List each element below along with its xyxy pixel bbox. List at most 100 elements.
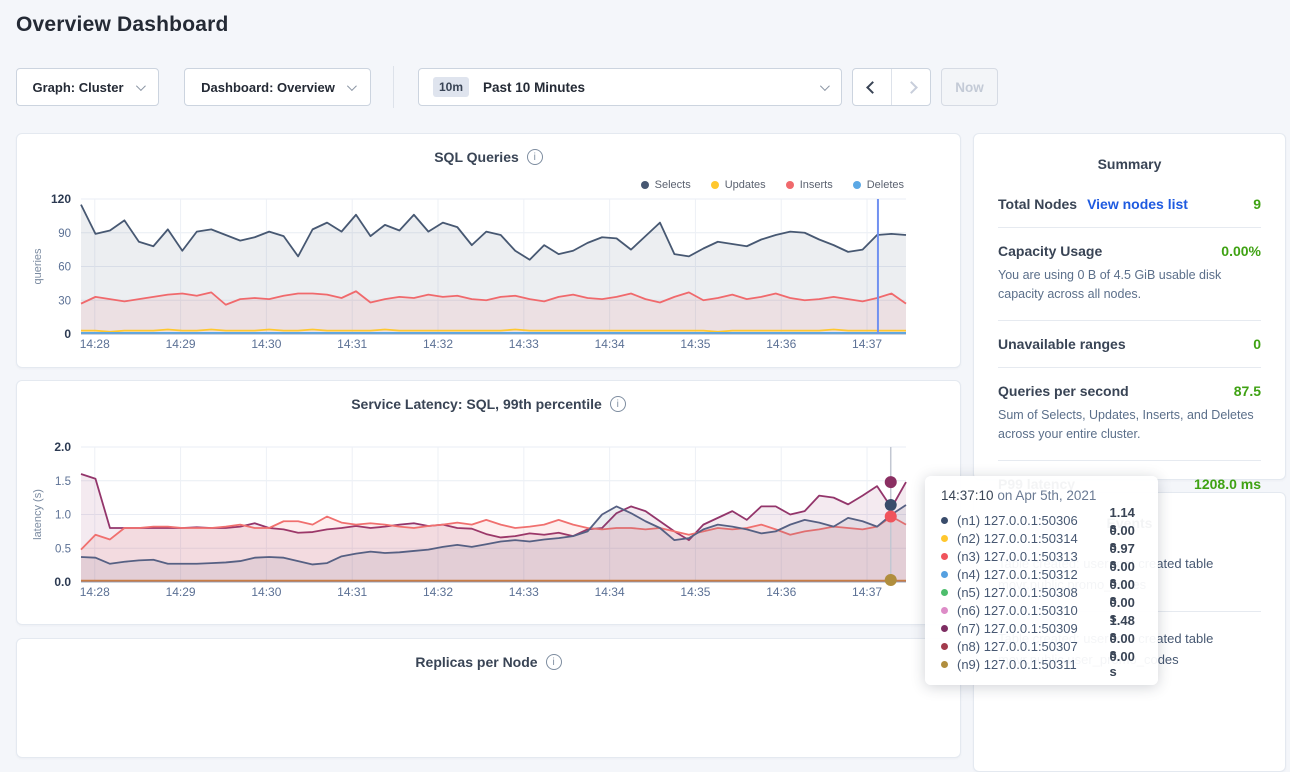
summary-stat-value: 0 [1253,336,1261,352]
summary-row: Unavailable ranges 0 [998,336,1261,352]
node-dot-icon [941,625,948,632]
node-dot-icon [941,643,948,650]
x-axis-tick: 14:35 [680,337,710,351]
x-axis-tick: 14:28 [80,585,110,599]
summary-stat-label: Queries per second [998,383,1129,399]
summary-stat-value: 0.00% [1221,243,1261,259]
y-axis-tick: 90 [58,228,71,240]
tooltip-node-label: (n4) 127.0.0.1:50312 [957,567,1110,582]
node-dot-icon [941,517,948,524]
info-icon[interactable]: i [546,654,562,670]
summary-stat-label: Unavailable ranges [998,336,1126,352]
summary-stat-value: 87.5 [1234,383,1261,399]
x-axis-tick: 14:35 [680,585,710,599]
y-axis-tick: 0.0 [54,575,71,589]
y-axis-label: latency (s) [32,489,44,540]
timerange-step-group [852,68,931,106]
node-dot-icon [941,535,948,542]
divider [998,367,1261,368]
service-latency-panel: Service Latency: SQL, 99th percentile i … [16,380,961,625]
dashboard-dropdown[interactable]: Dashboard: Overview [184,68,371,106]
x-axis-tick: 14:32 [423,585,453,599]
divider [998,227,1261,228]
node-dot-icon [941,607,948,614]
service-latency-chart[interactable]: 0.0 0.5 1.0 1.5 2.0 14:28 14:29 14:30 14:31 14:32… [17,381,962,626]
hover-point-dot [885,574,897,586]
y-axis-tick: 1.5 [55,476,71,488]
tooltip-row: (n9) 127.0.0.1:503110.00 s [939,655,1144,673]
dashboard-dropdown-label: Dashboard: Overview [201,80,335,95]
x-axis-tick: 14:29 [166,337,196,351]
tooltip-node-label: (n6) 127.0.0.1:50310 [957,603,1110,618]
summary-stat-value: 1208.0 ms [1194,476,1261,492]
summary-row: Total NodesView nodes list9 [998,196,1261,212]
node-dot-icon [941,553,948,560]
graph-dropdown-label: Graph: Cluster [32,80,123,95]
summary-row: Capacity Usage 0.00% You are using 0 B of … [998,243,1261,305]
chevron-left-icon [866,81,879,94]
tooltip-node-label: (n1) 127.0.0.1:50306 [957,513,1110,528]
summary-stat-description: Sum of Selects, Updates, Inserts, and De… [998,406,1261,445]
now-button[interactable]: Now [941,68,998,106]
x-axis-tick: 14:37 [852,585,882,599]
graph-dropdown[interactable]: Graph: Cluster [16,68,159,106]
chevron-down-icon [347,81,357,91]
node-dot-icon [941,661,948,668]
node-dot-icon [941,571,948,578]
summary-row: Queries per second 87.5 Sum of Selects, Up… [998,383,1261,445]
x-axis-tick: 14:31 [337,337,367,351]
node-dot-icon [941,589,948,596]
y-axis-tick: 1.0 [55,510,71,522]
tooltip-node-label: (n8) 127.0.0.1:50307 [957,639,1110,654]
summary-stat-description: You are using 0 B of 4.5 GiB usable disk… [998,266,1261,305]
toolbar-divider [393,66,394,108]
x-axis-tick: 14:33 [509,585,539,599]
chevron-down-icon [135,81,145,91]
chevron-right-icon [905,81,918,94]
y-axis-tick: 0.5 [55,543,71,555]
chart-hover-tooltip: 14:37:10 on Apr 5th, 2021 (n1) 127.0.0.1… [925,476,1158,685]
x-axis-tick: 14:34 [595,337,625,351]
hover-point-dot [885,499,897,511]
x-axis-tick: 14:36 [766,337,796,351]
tooltip-node-label: (n3) 127.0.0.1:50313 [957,549,1110,564]
y-axis-tick: 60 [58,262,71,274]
y-axis-label: queries [32,248,44,285]
summary-panel: Summary Total NodesView nodes list9 Capac… [973,133,1286,480]
tooltip-node-label: (n9) 127.0.0.1:50311 [957,657,1110,672]
chart-title: Replicas per Node [415,654,537,670]
x-axis-tick: 14:29 [166,585,196,599]
tooltip-node-label: (n5) 127.0.0.1:50308 [957,585,1110,600]
timerange-dropdown[interactable]: 10m Past 10 Minutes [418,68,842,106]
tooltip-timestamp: 14:37:10 on Apr 5th, 2021 [939,488,1144,503]
view-nodes-list-link[interactable]: View nodes list [1087,196,1188,212]
sql-queries-panel: SQL Queries i SelectsUpdatesInsertsDelet… [16,133,961,368]
y-axis-tick: 0 [64,327,71,341]
x-axis-tick: 14:36 [766,585,796,599]
x-axis-tick: 14:30 [251,585,281,599]
x-axis-tick: 14:31 [337,585,367,599]
sql-queries-chart[interactable]: 030609012014:2814:2914:3014:3114:3214:33… [17,134,962,369]
x-axis-tick: 14:37 [852,337,882,351]
page-title: Overview Dashboard [16,13,229,37]
timerange-badge: 10m [433,77,469,97]
chevron-down-icon [820,81,830,91]
tooltip-node-label: (n7) 127.0.0.1:50309 [957,621,1110,636]
divider [998,460,1261,461]
summary-title: Summary [998,156,1261,172]
prev-timerange-button[interactable] [853,69,891,105]
x-axis-tick: 14:33 [509,337,539,351]
next-timerange-button[interactable] [891,69,930,105]
x-axis-tick: 14:30 [251,337,281,351]
divider [998,320,1261,321]
replicas-per-node-panel: Replicas per Node i [16,638,961,758]
x-axis-tick: 14:34 [595,585,625,599]
x-axis-tick: 14:32 [423,337,453,351]
y-axis-tick: 2.0 [54,440,71,454]
y-axis-tick: 120 [51,192,71,206]
x-axis-tick: 14:28 [80,337,110,351]
summary-stat-label: Capacity Usage [998,243,1102,259]
hover-point-dot [885,511,897,523]
tooltip-node-label: (n2) 127.0.0.1:50314 [957,531,1110,546]
tooltip-node-value: 0.00 s [1110,649,1144,679]
